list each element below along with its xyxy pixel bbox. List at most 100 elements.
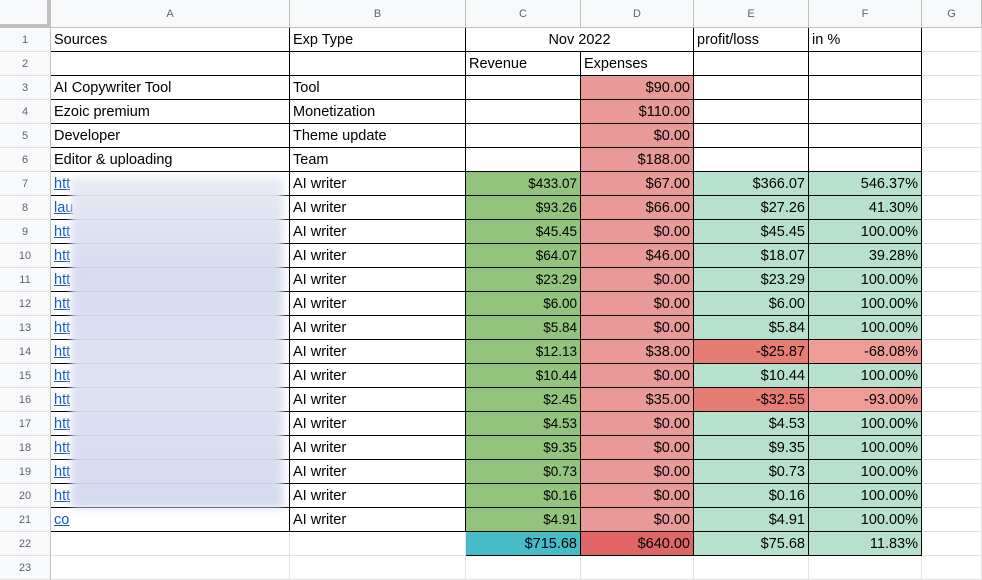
cell-b19[interactable]: AI writer [290,460,466,484]
cell-c19[interactable]: $0.73 [466,460,581,484]
cell-d13[interactable]: $0.00 [581,316,694,340]
cell-f18[interactable]: 100.00% [809,436,922,460]
cell-a4[interactable]: Ezoic premium [51,100,290,124]
cell-g17[interactable] [922,412,982,436]
column-header-c[interactable]: C [466,0,581,28]
cell-c3[interactable] [466,76,581,100]
row-header-18[interactable]: 18 [0,436,51,460]
cell-b21[interactable]: AI writer [290,508,466,532]
cell-c7[interactable]: $433.07 [466,172,581,196]
cell-g23[interactable] [922,556,982,580]
cell-b4[interactable]: Monetization [290,100,466,124]
cell-e17[interactable]: $4.53 [694,412,809,436]
cell-d5[interactable]: $0.00 [581,124,694,148]
cell-g9[interactable] [922,220,982,244]
cell-b14[interactable]: AI writer [290,340,466,364]
row-header-16[interactable]: 16 [0,388,51,412]
cell-a21[interactable]: co [51,508,290,532]
cell-e14[interactable]: -$25.87 [694,340,809,364]
cell-f10[interactable]: 39.28% [809,244,922,268]
cell-c13[interactable]: $5.84 [466,316,581,340]
cell-d10[interactable]: $46.00 [581,244,694,268]
cell-g20[interactable] [922,484,982,508]
cell-e15[interactable]: $10.44 [694,364,809,388]
row-header-15[interactable]: 15 [0,364,51,388]
row-header-21[interactable]: 21 [0,508,51,532]
total-profit-cell[interactable]: $75.68 [694,532,809,556]
cell-a1[interactable]: Sources [51,28,290,52]
cell-c12[interactable]: $6.00 [466,292,581,316]
cell-c2[interactable]: Revenue [466,52,581,76]
cell-b11[interactable]: AI writer [290,268,466,292]
row-header-14[interactable]: 14 [0,340,51,364]
cell-d7[interactable]: $67.00 [581,172,694,196]
cell-a2[interactable] [51,52,290,76]
row-header-2[interactable]: 2 [0,52,51,76]
cell-f7[interactable]: 546.37% [809,172,922,196]
cell-e11[interactable]: $23.29 [694,268,809,292]
cell-f16[interactable]: -93.00% [809,388,922,412]
cell-d17[interactable]: $0.00 [581,412,694,436]
column-header-e[interactable]: E [694,0,809,28]
row-header-13[interactable]: 13 [0,316,51,340]
cell-d20[interactable]: $0.00 [581,484,694,508]
cell-d18[interactable]: $0.00 [581,436,694,460]
cell-e23[interactable] [694,556,809,580]
cell-cd1-merged[interactable]: Nov 2022 [466,28,694,52]
cell-e21[interactable]: $4.91 [694,508,809,532]
cell-b23[interactable] [290,556,466,580]
cell-f12[interactable]: 100.00% [809,292,922,316]
cell-g16[interactable] [922,388,982,412]
cell-e13[interactable]: $5.84 [694,316,809,340]
cell-d15[interactable]: $0.00 [581,364,694,388]
cell-g12[interactable] [922,292,982,316]
cell-b3[interactable]: Tool [290,76,466,100]
cell-f13[interactable]: 100.00% [809,316,922,340]
cell-c17[interactable]: $4.53 [466,412,581,436]
cell-e4[interactable] [694,100,809,124]
cell-b2[interactable] [290,52,466,76]
cell-g14[interactable] [922,340,982,364]
cell-e9[interactable]: $45.45 [694,220,809,244]
cell-b6[interactable]: Team [290,148,466,172]
cell-g18[interactable] [922,436,982,460]
cell-e5[interactable] [694,124,809,148]
cell-a3[interactable]: AI Copywriter Tool [51,76,290,100]
total-percent-cell[interactable]: 11.83% [809,532,922,556]
cell-e18[interactable]: $9.35 [694,436,809,460]
cell-f9[interactable]: 100.00% [809,220,922,244]
row-header-1[interactable]: 1 [0,28,51,52]
cell-c10[interactable]: $64.07 [466,244,581,268]
cell-d3[interactable]: $90.00 [581,76,694,100]
cell-b10[interactable]: AI writer [290,244,466,268]
cell-c23[interactable] [466,556,581,580]
cell-c20[interactable]: $0.16 [466,484,581,508]
cell-g13[interactable] [922,316,982,340]
cell-e12[interactable]: $6.00 [694,292,809,316]
cell-d2[interactable]: Expenses [581,52,694,76]
row-header-12[interactable]: 12 [0,292,51,316]
row-header-17[interactable]: 17 [0,412,51,436]
cell-d14[interactable]: $38.00 [581,340,694,364]
cell-c4[interactable] [466,100,581,124]
row-header-4[interactable]: 4 [0,100,51,124]
cell-b7[interactable]: AI writer [290,172,466,196]
row-header-3[interactable]: 3 [0,76,51,100]
cell-d11[interactable]: $0.00 [581,268,694,292]
cell-d8[interactable]: $66.00 [581,196,694,220]
cell-g19[interactable] [922,460,982,484]
row-header-22[interactable]: 22 [0,532,51,556]
cell-c15[interactable]: $10.44 [466,364,581,388]
cell-a22[interactable] [51,532,290,556]
cell-f8[interactable]: 41.30% [809,196,922,220]
column-header-f[interactable]: F [809,0,922,28]
cell-b16[interactable]: AI writer [290,388,466,412]
cell-b12[interactable]: AI writer [290,292,466,316]
cell-b17[interactable]: AI writer [290,412,466,436]
cell-d16[interactable]: $35.00 [581,388,694,412]
cell-g21[interactable] [922,508,982,532]
column-header-d[interactable]: D [581,0,694,28]
cell-f20[interactable]: 100.00% [809,484,922,508]
row-header-7[interactable]: 7 [0,172,51,196]
cell-b15[interactable]: AI writer [290,364,466,388]
